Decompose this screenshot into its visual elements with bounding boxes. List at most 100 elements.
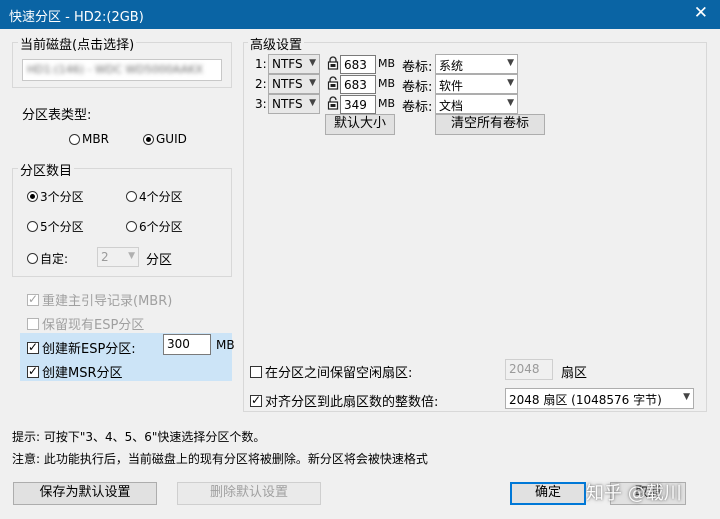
radio-mbr-dot: [69, 133, 80, 145]
row-3-vol-label: 卷标:: [402, 100, 433, 115]
row-3-fs-value: NTFS: [272, 97, 303, 111]
radio-6-dot: [126, 221, 137, 232]
clear-labels-button[interactable]: 清空所有卷标: [435, 114, 545, 135]
align-value: 2048 扇区 (1048576 字节): [509, 393, 662, 407]
reserve-sectors-unit: 扇区: [561, 366, 588, 381]
table-type-label: 分区表类型:: [22, 108, 92, 123]
disk-selector-value: HD1:(146) - WDC WD5000AAKX: [27, 63, 203, 76]
keep-esp-checkbox[interactable]: 保留现有ESP分区: [27, 314, 144, 333]
lock-open-icon[interactable]: [327, 96, 339, 110]
reserve-sectors-value: 2048: [509, 362, 540, 376]
title-bar: 快速分区 - HD2:(2GB) ✕: [0, 0, 720, 29]
row-2-fs-value: NTFS: [272, 77, 303, 91]
reserve-sectors-input[interactable]: 2048: [505, 359, 553, 380]
watermark-text: 知乎 @载川: [586, 483, 682, 504]
radio-5-partitions[interactable]: 5个分区: [27, 218, 84, 235]
row-3-fs-select[interactable]: NTFS ▼: [268, 94, 320, 114]
row-2-index: 2:: [255, 77, 267, 91]
row-3-size-input[interactable]: 349: [340, 95, 376, 114]
chevron-down-icon: ▼: [309, 58, 316, 68]
radio-4-dot: [126, 191, 137, 202]
row-3-size-value: 349: [344, 98, 367, 112]
radio-custom-label: 自定:: [40, 252, 69, 266]
radio-5-dot: [27, 221, 38, 232]
align-partitions-checkbox[interactable]: 对齐分区到此扇区数的整数倍:: [250, 391, 438, 410]
create-msr-box: [27, 363, 39, 379]
reserve-sectors-box: [250, 365, 262, 378]
radio-3-label: 3个分区: [40, 190, 84, 204]
esp-size-unit: MB: [216, 338, 235, 352]
window-title: 快速分区 - HD2:(2GB): [9, 10, 144, 25]
chevron-down-icon: ▼: [683, 392, 690, 402]
chevron-down-icon: ▼: [507, 58, 514, 68]
keep-esp-label: 保留现有ESP分区: [42, 318, 145, 333]
row-2-label-value: 软件: [439, 79, 464, 93]
new-esp-checkbox[interactable]: 创建新ESP分区:: [27, 338, 136, 357]
radio-guid-dot: [143, 133, 154, 145]
save-default-button[interactable]: 保存为默认设置: [13, 482, 157, 505]
align-partitions-label: 对齐分区到此扇区数的整数倍:: [265, 395, 439, 410]
row-2-fs-select[interactable]: NTFS ▼: [268, 74, 320, 94]
radio-6-partitions[interactable]: 6个分区: [126, 218, 183, 235]
esp-size-input[interactable]: 300: [163, 334, 211, 355]
row-1-label-value: 系统: [439, 59, 464, 73]
new-esp-box: [27, 339, 39, 355]
radio-5-label: 5个分区: [40, 220, 84, 234]
chevron-down-icon: ▼: [309, 98, 316, 108]
hint-text: 提示: 可按下"3、4、5、6"快速选择分区个数。: [12, 430, 266, 444]
row-1-vol-label: 卷标:: [402, 60, 433, 75]
radio-mbr-label: MBR: [82, 132, 109, 146]
row-2-vol-label: 卷标:: [402, 80, 433, 95]
row-1-fs-select[interactable]: NTFS ▼: [268, 54, 320, 74]
disk-selector[interactable]: HD1:(146) - WDC WD5000AAKX: [22, 59, 222, 81]
radio-mbr[interactable]: MBR: [69, 132, 109, 146]
row-2-label-select[interactable]: 软件 ▼: [435, 74, 518, 94]
reserve-sectors-label: 在分区之间保留空闲扇区:: [265, 366, 413, 381]
rebuild-mbr-label: 重建主引导记录(MBR): [42, 294, 173, 309]
radio-3-partitions[interactable]: 3个分区: [27, 188, 84, 205]
default-size-button[interactable]: 默认大小: [325, 114, 395, 135]
chevron-down-icon: ▼: [309, 78, 316, 88]
close-icon[interactable]: ✕: [694, 3, 708, 23]
row-1-index: 1:: [255, 57, 267, 71]
row-2-size-input[interactable]: 683: [340, 75, 376, 94]
chevron-down-icon: ▼: [507, 98, 514, 108]
align-partitions-box: [250, 392, 262, 408]
radio-guid[interactable]: GUID: [143, 132, 187, 146]
row-3-index: 3:: [255, 97, 267, 111]
chevron-down-icon: ▼: [507, 78, 514, 88]
row-1-fs-value: NTFS: [272, 57, 303, 71]
delete-default-button[interactable]: 删除默认设置: [177, 482, 321, 505]
keep-esp-box: [27, 317, 39, 330]
lock-closed-icon[interactable]: [327, 56, 339, 70]
custom-count-value: 2: [101, 250, 109, 264]
row-2-size-value: 683: [344, 78, 367, 92]
radio-custom[interactable]: 自定:: [27, 250, 68, 267]
row-3-unit: MB: [378, 97, 396, 110]
row-1-label-select[interactable]: 系统 ▼: [435, 54, 518, 74]
row-2-unit: MB: [378, 77, 396, 90]
lock-open-icon[interactable]: [327, 76, 339, 90]
custom-count-select[interactable]: 2 ▼: [97, 247, 139, 267]
chevron-down-icon: ▼: [128, 251, 135, 261]
radio-4-label: 4个分区: [139, 190, 183, 204]
radio-4-partitions[interactable]: 4个分区: [126, 188, 183, 205]
ok-button[interactable]: 确定: [510, 482, 586, 505]
row-3-label-select[interactable]: 文档 ▼: [435, 94, 518, 114]
count-group-title: 分区数目: [18, 160, 75, 179]
row-1-size-input[interactable]: 683: [340, 55, 376, 74]
new-esp-label: 创建新ESP分区:: [42, 342, 136, 357]
row-1-size-value: 683: [344, 58, 367, 72]
custom-count-unit: 分区: [146, 253, 173, 268]
radio-custom-dot: [27, 253, 38, 264]
create-msr-checkbox[interactable]: 创建MSR分区: [27, 362, 123, 381]
radio-guid-label: GUID: [156, 132, 187, 146]
row-1-unit: MB: [378, 57, 396, 70]
rebuild-mbr-box: [27, 291, 39, 307]
radio-6-label: 6个分区: [139, 220, 183, 234]
reserve-sectors-checkbox[interactable]: 在分区之间保留空闲扇区:: [250, 362, 412, 381]
warning-text: 注意: 此功能执行后，当前磁盘上的现有分区将被删除。新分区将会被快速格式: [12, 452, 428, 466]
rebuild-mbr-checkbox[interactable]: 重建主引导记录(MBR): [27, 290, 172, 309]
align-select[interactable]: 2048 扇区 (1048576 字节) ▼: [505, 388, 694, 409]
row-3-label-value: 文档: [439, 99, 464, 113]
